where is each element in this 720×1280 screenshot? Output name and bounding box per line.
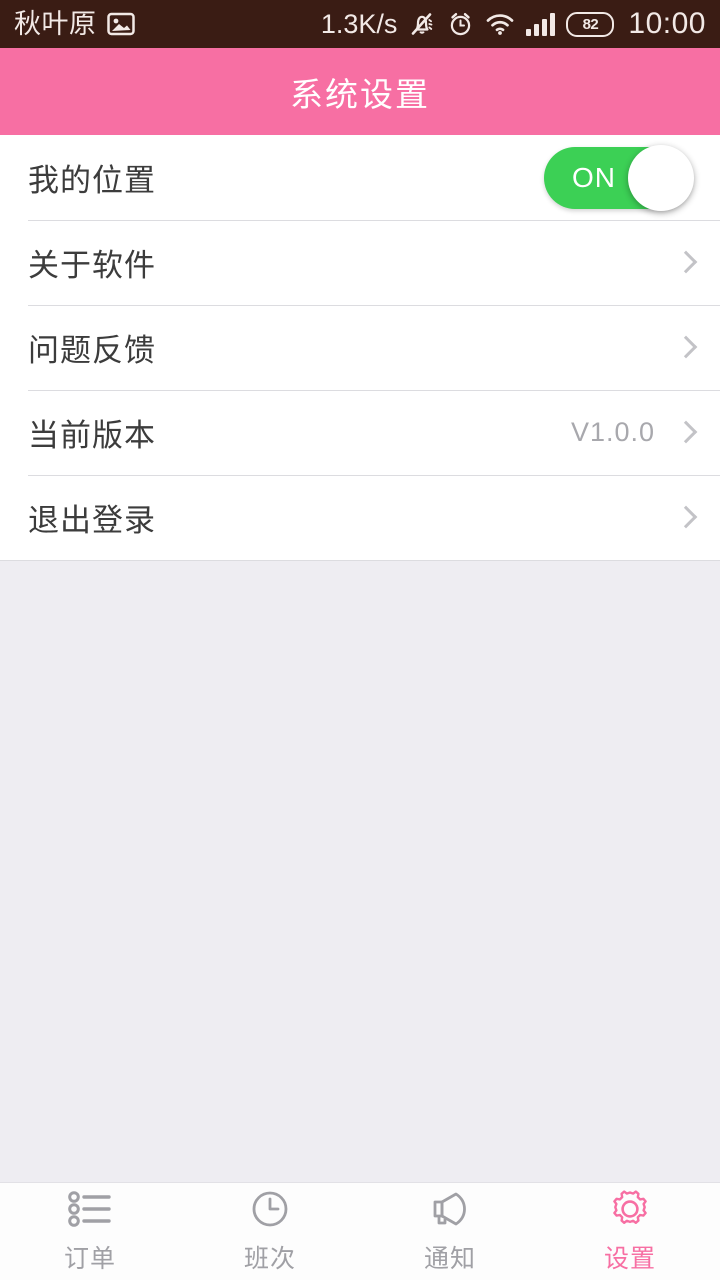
image-icon (106, 12, 135, 36)
chevron-right-icon (677, 250, 692, 276)
settings-list: 我的位置 ON 关于软件 问题反馈 当前版本 V1.0.0 退出登录 (0, 135, 720, 560)
row-accessory: V1.0.0 (571, 417, 692, 448)
wifi-icon (485, 12, 515, 36)
empty-content-area (0, 560, 720, 1182)
megaphone-icon (429, 1188, 471, 1230)
tab-label: 设置 (603, 1245, 656, 1273)
status-bar-right: 1.3K/s 82 10:00 (321, 7, 706, 41)
toggle-knob[interactable] (628, 144, 694, 211)
status-bar-clock: 10:00 (628, 7, 706, 40)
gear-icon (609, 1188, 651, 1230)
chevron-right-icon (677, 505, 692, 531)
battery-level-label: 82 (582, 15, 599, 33)
settings-row-my-location[interactable]: 我的位置 ON (0, 135, 720, 220)
row-label: 我的位置 (28, 163, 156, 198)
list-icon (68, 1188, 112, 1230)
row-accessory (677, 505, 692, 531)
tab-notifications[interactable]: 通知 (360, 1183, 540, 1280)
version-value: V1.0.0 (570, 417, 655, 447)
row-label: 问题反馈 (28, 333, 156, 368)
tab-label: 订单 (63, 1245, 116, 1273)
network-speed-label: 1.3K/s (320, 8, 398, 39)
chevron-right-icon (677, 420, 692, 446)
title-bar: 系统设置 (0, 48, 720, 135)
bell-muted-icon (408, 10, 436, 38)
row-accessory: ON (544, 144, 694, 211)
settings-row-feedback[interactable]: 问题反馈 (0, 305, 720, 390)
tab-shifts[interactable]: 班次 (180, 1183, 360, 1280)
page-title: 系统设置 (290, 75, 430, 113)
status-bar: 秋叶原 1.3K/s 82 10:00 (0, 0, 720, 48)
bottom-tab-bar: 订单 班次 通知 设置 (0, 1182, 720, 1280)
row-label: 当前版本 (28, 418, 156, 453)
row-label: 退出登录 (28, 503, 156, 538)
tab-settings[interactable]: 设置 (540, 1183, 720, 1280)
tab-label: 通知 (423, 1245, 476, 1273)
my-location-toggle[interactable]: ON (544, 144, 694, 211)
row-label: 关于软件 (28, 248, 156, 283)
settings-row-logout[interactable]: 退出登录 (0, 475, 720, 560)
row-accessory (677, 250, 692, 276)
battery-icon: 82 (566, 11, 615, 37)
chevron-right-icon (677, 335, 692, 361)
carrier-label: 秋叶原 (14, 8, 97, 39)
settings-row-version[interactable]: 当前版本 V1.0.0 (0, 390, 720, 475)
tab-orders[interactable]: 订单 (0, 1183, 180, 1280)
signal-bars-icon (526, 12, 556, 36)
alarm-clock-icon (447, 11, 474, 38)
toggle-state-label: ON (572, 161, 616, 193)
app-root: 秋叶原 1.3K/s 82 10:00 系统设置 我的位置 ON 关于软件 问题… (0, 0, 720, 1280)
status-bar-left: 秋叶原 (14, 8, 135, 39)
clock-icon (250, 1188, 290, 1230)
settings-row-about[interactable]: 关于软件 (0, 220, 720, 305)
tab-label: 班次 (243, 1245, 296, 1273)
row-accessory (677, 335, 692, 361)
